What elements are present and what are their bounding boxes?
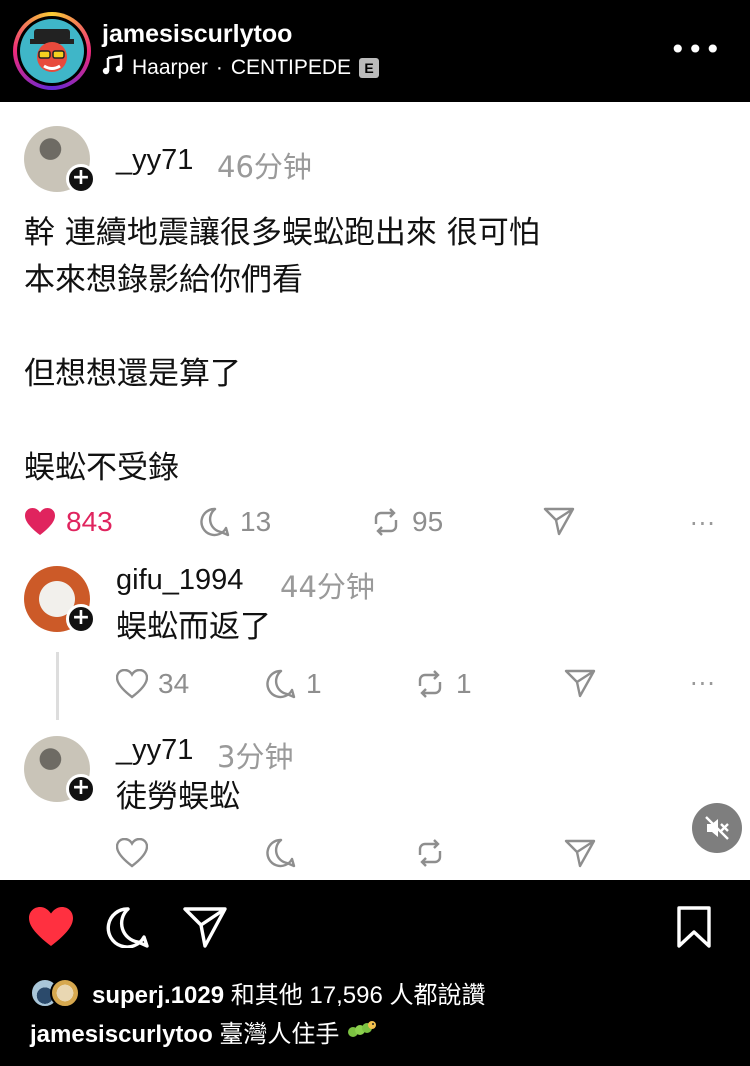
more-icon[interactable]: ••• xyxy=(669,36,722,64)
caption-username[interactable]: jamesiscurlytoo xyxy=(30,1021,213,1048)
share-button[interactable] xyxy=(543,506,575,536)
thread-line xyxy=(56,652,59,720)
like-count: 34 xyxy=(158,668,190,699)
like-button[interactable] xyxy=(116,838,148,868)
post-username[interactable]: jamesiscurlytoo xyxy=(102,20,292,49)
more-icon[interactable]: ··· xyxy=(690,510,716,538)
reply-time: 3分钟 xyxy=(217,740,294,774)
liked-by-rest: 和其他 17,596 人都說讚 xyxy=(230,982,486,1009)
like-button[interactable]: 843 xyxy=(24,506,113,538)
comment-icon xyxy=(266,838,296,868)
more-icon[interactable]: ··· xyxy=(690,670,716,698)
reply-button[interactable] xyxy=(266,838,296,868)
music-track: CENTIPEDE xyxy=(230,56,352,79)
heart-icon[interactable] xyxy=(28,906,74,952)
heart-icon xyxy=(116,838,148,868)
thread-username[interactable]: _yy71 xyxy=(116,144,193,177)
thread-text: 幹 連續地震讓很多蜈蚣跑出來 很可怕 本來想錄影給你們看 但想想還是算了 蜈蚣不… xyxy=(24,215,540,486)
music-artist: Haarper xyxy=(132,56,208,79)
send-icon[interactable] xyxy=(183,906,227,952)
send-icon xyxy=(564,669,596,698)
post-header: jamesiscurlytoo Haarper · CENTIPEDE E ••… xyxy=(0,0,750,102)
reply-username[interactable]: gifu_1994 xyxy=(116,564,243,597)
share-button[interactable] xyxy=(564,668,596,698)
repost-icon xyxy=(418,839,442,867)
reply-text: 蜈蚣而返了 xyxy=(116,609,271,645)
reply-text: 徒勞蜈蚣 xyxy=(116,779,240,815)
send-icon xyxy=(543,507,575,536)
bookmark-icon[interactable] xyxy=(676,906,712,952)
caption-text: 臺灣人住手 xyxy=(219,1021,340,1048)
liked-by-user[interactable]: superj.1029 xyxy=(92,982,224,1009)
repost-button[interactable]: 1 xyxy=(414,668,472,700)
music-separator: · xyxy=(215,56,223,79)
explicit-badge: E xyxy=(359,58,380,78)
comment-icon[interactable] xyxy=(106,906,150,952)
music-note-icon xyxy=(102,54,124,82)
send-icon xyxy=(564,839,596,868)
post-caption: jamesiscurlytoo 臺灣人住手 xyxy=(30,1014,377,1049)
heart-icon xyxy=(116,669,148,699)
repost-count: 1 xyxy=(456,668,472,699)
repost-button[interactable] xyxy=(414,838,446,868)
like-button[interactable]: 34 xyxy=(116,668,189,700)
reply-button[interactable]: 13 xyxy=(200,506,271,538)
reply-count: 13 xyxy=(240,506,272,537)
repost-button[interactable]: 95 xyxy=(370,506,443,538)
avatar xyxy=(50,977,80,1008)
comment-icon xyxy=(200,507,230,537)
heart-icon xyxy=(25,508,55,535)
comment-icon xyxy=(266,669,296,699)
follow-plus-icon[interactable]: + xyxy=(66,774,96,804)
repost-icon xyxy=(418,670,442,698)
reply-username[interactable]: _yy71 xyxy=(116,734,193,767)
story-avatar[interactable] xyxy=(13,12,91,90)
caterpillar-emoji-icon xyxy=(346,1021,377,1048)
music-info[interactable]: Haarper · CENTIPEDE E xyxy=(102,54,380,82)
like-count: 843 xyxy=(66,506,113,537)
reply-time: 44分钟 xyxy=(280,570,375,604)
thread-time: 46分钟 xyxy=(217,150,312,184)
follow-plus-icon[interactable]: + xyxy=(66,164,96,194)
avatar-cartoon-icon xyxy=(20,19,84,83)
threads-screenshot: + _yy71 46分钟 幹 連續地震讓很多蜈蚣跑出來 很可怕 本來想錄影給你們… xyxy=(0,102,750,880)
mute-icon xyxy=(705,816,729,840)
liked-by[interactable]: superj.1029 和其他 17,596 人都說讚 xyxy=(30,975,486,1010)
repost-icon xyxy=(374,508,398,536)
mute-button[interactable] xyxy=(692,803,742,853)
reply-button[interactable]: 1 xyxy=(266,668,322,700)
share-button[interactable] xyxy=(564,838,596,868)
follow-plus-icon[interactable]: + xyxy=(66,604,96,634)
repost-count: 95 xyxy=(412,506,444,537)
reply-count: 1 xyxy=(306,668,322,699)
